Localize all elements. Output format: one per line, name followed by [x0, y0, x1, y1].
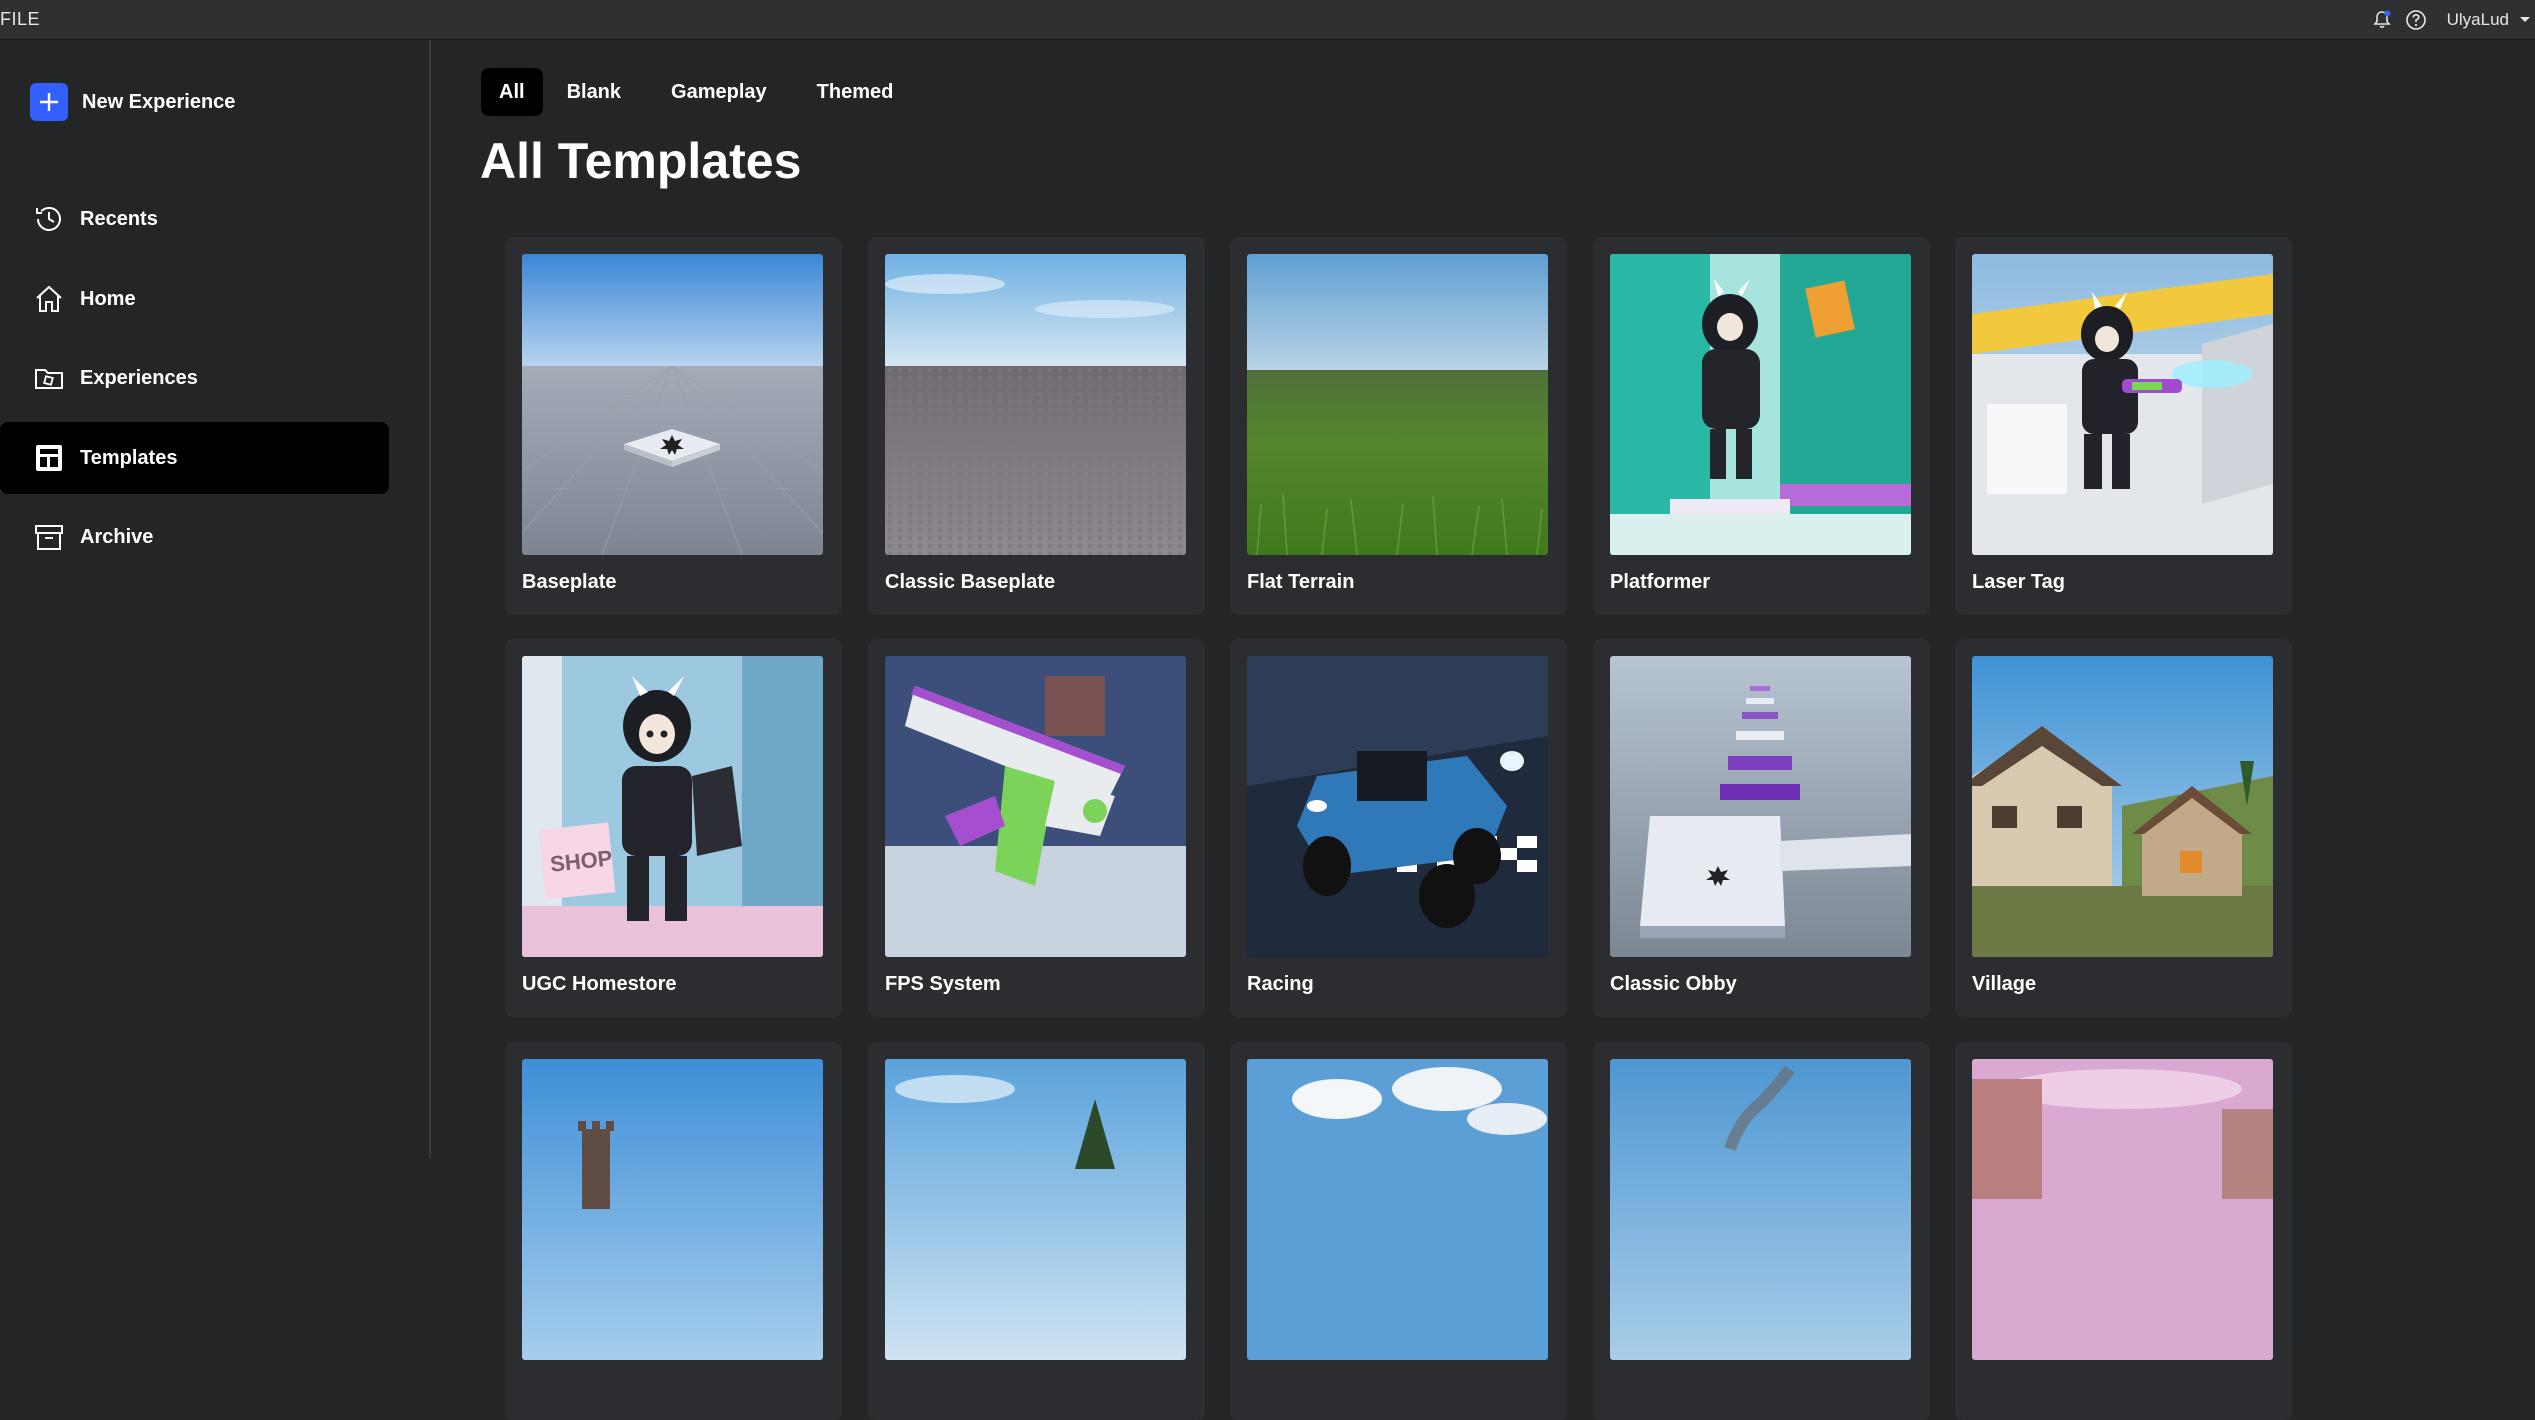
top-bar: FILE UlyaLud [0, 0, 2535, 40]
help-icon[interactable] [2405, 9, 2427, 31]
sidebar-item-label: Home [80, 287, 136, 310]
filter-tabs: All Blank Gameplay Themed [481, 68, 911, 116]
template-thumbnail [1972, 1059, 2273, 1360]
template-thumbnail [1610, 1059, 1911, 1360]
notification-bell-icon[interactable] [2371, 9, 2393, 31]
archive-icon [32, 520, 66, 554]
chevron-down-icon[interactable] [2515, 10, 2535, 30]
template-title: Classic Baseplate [885, 571, 1056, 593]
template-thumbnail [1972, 656, 2273, 957]
template-card-sky-clouds[interactable] [1230, 1042, 1567, 1420]
template-thumbnail [885, 656, 1186, 957]
template-card-castle[interactable] [505, 1042, 842, 1420]
template-title: Baseplate [522, 571, 617, 593]
template-card-platformer[interactable]: Platformer [1593, 237, 1930, 615]
template-card-forest[interactable] [868, 1042, 1205, 1420]
sidebar-item-recents[interactable]: Recents [0, 183, 389, 255]
template-thumbnail [885, 254, 1186, 555]
template-thumbnail [1972, 254, 2273, 555]
template-thumbnail [1610, 254, 1911, 555]
template-thumbnail [1610, 656, 1911, 957]
plus-icon [30, 83, 68, 121]
tab-blank[interactable]: Blank [549, 68, 643, 116]
template-card-smoke-sky[interactable] [1593, 1042, 1930, 1420]
tab-themed[interactable]: Themed [792, 68, 912, 116]
template-title: UGC Homestore [522, 973, 677, 995]
template-title: FPS System [885, 973, 1001, 995]
template-title: Classic Obby [1610, 973, 1737, 995]
topbar-right: UlyaLud [2371, 0, 2535, 40]
template-title: Flat Terrain [1247, 571, 1355, 593]
sidebar-item-label: Experiences [80, 366, 198, 389]
sidebar: New Experience Recents Home Experiences [0, 40, 431, 1158]
folder-icon [32, 361, 66, 395]
tab-gameplay[interactable]: Gameplay [643, 68, 792, 116]
username[interactable]: UlyaLud [2447, 10, 2509, 30]
file-menu[interactable]: FILE [0, 9, 40, 30]
new-experience-label: New Experience [82, 90, 236, 113]
template-card-flat-terrain[interactable]: Flat Terrain [1230, 237, 1567, 615]
template-card-classic-baseplate[interactable]: Classic Baseplate [868, 237, 1205, 615]
sidebar-item-home[interactable]: Home [0, 263, 389, 335]
template-card-pink-city[interactable] [1955, 1042, 2292, 1420]
template-card-ugc-homestore[interactable]: SHOP UGC Homestore [505, 639, 842, 1017]
sidebar-item-experiences[interactable]: Experiences [0, 342, 389, 414]
sidebar-item-templates[interactable]: Templates [0, 422, 389, 494]
template-thumbnail [1247, 656, 1548, 957]
template-thumbnail [885, 1059, 1186, 1360]
template-title: Platformer [1610, 571, 1711, 593]
template-card-racing[interactable]: Racing [1230, 639, 1567, 1017]
sidebar-item-archive[interactable]: Archive [0, 501, 389, 573]
template-thumbnail [522, 1059, 823, 1360]
templates-icon [32, 441, 66, 475]
main-content: All Blank Gameplay Themed All Templates [433, 40, 2535, 1420]
template-card-laser-tag[interactable]: Laser Tag [1955, 237, 2292, 615]
template-thumbnail: SHOP [522, 656, 823, 957]
page-title: All Templates [480, 133, 802, 189]
history-icon [32, 202, 66, 236]
template-card-fps-system[interactable]: FPS System [868, 639, 1205, 1017]
sidebar-item-label: Recents [80, 207, 158, 230]
template-thumbnail [522, 254, 823, 555]
template-card-classic-obby[interactable]: Classic Obby [1593, 639, 1930, 1017]
template-card-baseplate[interactable]: Baseplate [505, 237, 842, 615]
home-icon [32, 282, 66, 316]
template-title: Village [1972, 973, 2037, 995]
template-card-village[interactable]: Village [1955, 639, 2292, 1017]
template-title: Laser Tag [1972, 571, 2065, 593]
new-experience-button[interactable]: New Experience [30, 82, 235, 122]
sidebar-item-label: Templates [80, 446, 178, 469]
template-title: Racing [1247, 973, 1314, 995]
tab-all[interactable]: All [481, 68, 543, 116]
template-thumbnail [1247, 254, 1548, 555]
template-thumbnail [1247, 1059, 1548, 1360]
sidebar-item-label: Archive [80, 525, 154, 548]
